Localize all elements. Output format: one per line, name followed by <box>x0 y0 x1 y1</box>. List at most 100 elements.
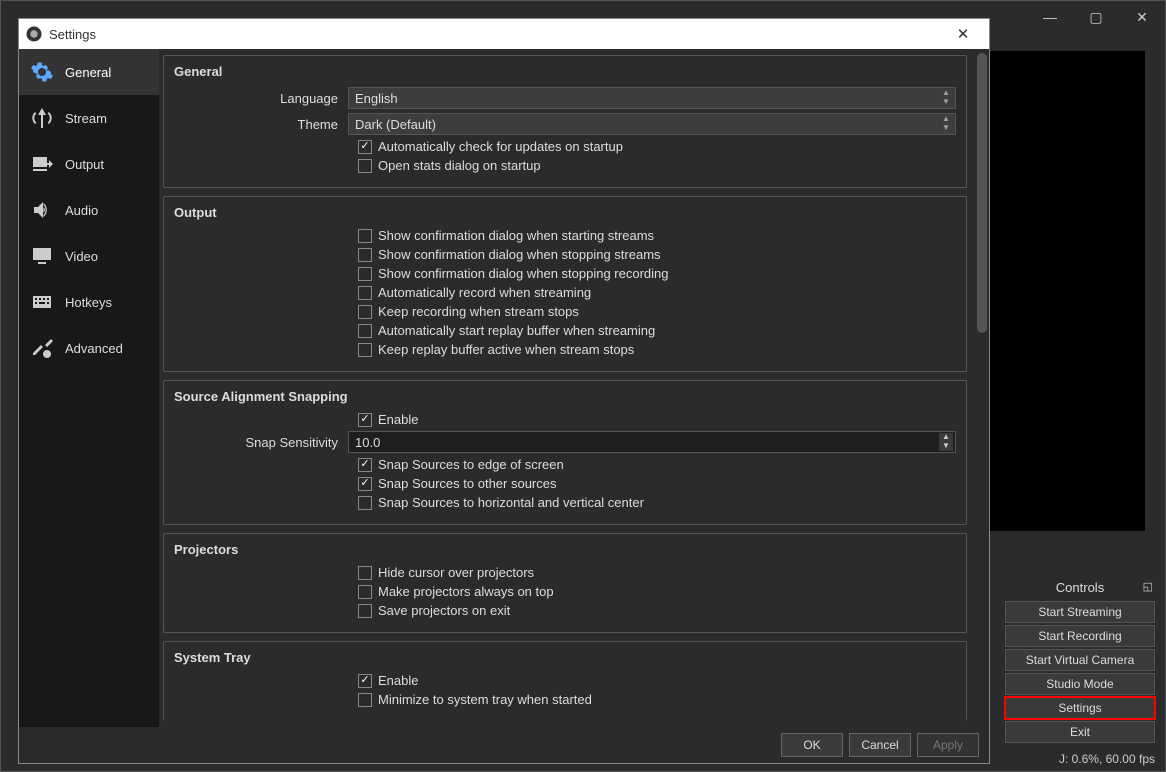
sidebar-item-label: General <box>65 65 111 80</box>
tools-icon <box>29 335 55 361</box>
start-virtual-camera-button[interactable]: Start Virtual Camera <box>1005 649 1155 671</box>
checkbox-label: Show confirmation dialog when stopping s… <box>378 247 661 262</box>
antenna-icon <box>29 105 55 131</box>
settings-sidebar: General Stream Output Audio Video Hotkey… <box>19 49 159 727</box>
studio-mode-button[interactable]: Studio Mode <box>1005 673 1155 695</box>
tray-enable-checkbox[interactable] <box>358 674 372 688</box>
hide-cursor-checkbox[interactable] <box>358 566 372 580</box>
sidebar-item-label: Advanced <box>65 341 123 356</box>
sidebar-item-general[interactable]: General <box>19 49 159 95</box>
settings-content: General Language English ▲▼ Theme <box>159 49 975 727</box>
snap-center-checkbox[interactable] <box>358 496 372 510</box>
sidebar-item-video[interactable]: Video <box>19 233 159 279</box>
snap-sensitivity-label: Snap Sensitivity <box>174 435 348 450</box>
sidebar-item-label: Output <box>65 157 104 172</box>
snap-sensitivity-value: 10.0 <box>355 435 380 450</box>
sidebar-item-label: Hotkeys <box>65 295 112 310</box>
tray-minimize-checkbox[interactable] <box>358 693 372 707</box>
sidebar-item-output[interactable]: Output <box>19 141 159 187</box>
obs-icon <box>25 25 43 43</box>
controls-title: Controls ◱ <box>1005 576 1155 599</box>
keyboard-icon <box>29 289 55 315</box>
dialog-titlebar[interactable]: Settings ✕ <box>19 19 989 49</box>
checkbox-label: Hide cursor over projectors <box>378 565 534 580</box>
controls-panel: Controls ◱ Start Streaming Start Recordi… <box>1005 576 1155 743</box>
always-top-checkbox[interactable] <box>358 585 372 599</box>
open-stats-checkbox[interactable] <box>358 159 372 173</box>
language-select[interactable]: English ▲▼ <box>348 87 956 109</box>
confirm-start-stream-checkbox[interactable] <box>358 229 372 243</box>
group-title: General <box>174 64 956 79</box>
snap-sensitivity-input[interactable]: 10.0 ▲▼ <box>348 431 956 453</box>
checkbox-label: Minimize to system tray when started <box>378 692 592 707</box>
checkbox-label: Keep recording when stream stops <box>378 304 579 319</box>
group-general: General Language English ▲▼ Theme <box>163 55 967 188</box>
scrollbar[interactable] <box>975 49 989 727</box>
cancel-button[interactable]: Cancel <box>849 733 911 757</box>
snap-sources-checkbox[interactable] <box>358 477 372 491</box>
language-value: English <box>355 91 398 106</box>
keep-replay-checkbox[interactable] <box>358 343 372 357</box>
group-title: Projectors <box>174 542 956 557</box>
settings-button[interactable]: Settings <box>1005 697 1155 719</box>
sidebar-item-advanced[interactable]: Advanced <box>19 325 159 371</box>
theme-select[interactable]: Dark (Default) ▲▼ <box>348 113 956 135</box>
auto-update-label: Automatically check for updates on start… <box>378 139 623 154</box>
close-button[interactable]: ✕ <box>1119 1 1165 33</box>
start-streaming-button[interactable]: Start Streaming <box>1005 601 1155 623</box>
sidebar-item-label: Video <box>65 249 98 264</box>
confirm-stop-record-checkbox[interactable] <box>358 267 372 281</box>
group-title: Output <box>174 205 956 220</box>
status-text: J: 0.6%, 60.00 fps <box>1059 752 1155 766</box>
confirm-stop-stream-checkbox[interactable] <box>358 248 372 262</box>
checkbox-label: Snap Sources to horizontal and vertical … <box>378 495 644 510</box>
checkbox-label: Enable <box>378 673 418 688</box>
settings-dialog: Settings ✕ General Stream Output Audio <box>18 18 990 764</box>
gear-icon <box>29 59 55 85</box>
checkbox-label: Show confirmation dialog when stopping r… <box>378 266 669 281</box>
theme-value: Dark (Default) <box>355 117 436 132</box>
controls-title-label: Controls <box>1056 580 1104 595</box>
sidebar-item-hotkeys[interactable]: Hotkeys <box>19 279 159 325</box>
sidebar-item-audio[interactable]: Audio <box>19 187 159 233</box>
keep-recording-checkbox[interactable] <box>358 305 372 319</box>
updown-icon: ▲▼ <box>939 89 953 107</box>
auto-record-checkbox[interactable] <box>358 286 372 300</box>
apply-button: Apply <box>917 733 979 757</box>
language-label: Language <box>174 91 348 106</box>
auto-replay-checkbox[interactable] <box>358 324 372 338</box>
minimize-button[interactable]: — <box>1027 1 1073 33</box>
auto-update-checkbox[interactable] <box>358 140 372 154</box>
scrollbar-thumb[interactable] <box>977 53 987 333</box>
checkbox-label: Enable <box>378 412 418 427</box>
theme-label: Theme <box>174 117 348 132</box>
exit-button[interactable]: Exit <box>1005 721 1155 743</box>
group-projectors: Projectors Hide cursor over projectors M… <box>163 533 967 633</box>
updown-icon: ▲▼ <box>939 115 953 133</box>
checkbox-label: Show confirmation dialog when starting s… <box>378 228 654 243</box>
checkbox-label: Make projectors always on top <box>378 584 554 599</box>
maximize-button[interactable]: ▢ <box>1073 1 1119 33</box>
snap-edge-checkbox[interactable] <box>358 458 372 472</box>
popout-icon[interactable]: ◱ <box>1143 580 1153 593</box>
dialog-title: Settings <box>49 27 96 42</box>
open-stats-label: Open stats dialog on startup <box>378 158 541 173</box>
group-output: Output Show confirmation dialog when sta… <box>163 196 967 372</box>
group-snapping: Source Alignment Snapping Enable Snap Se… <box>163 380 967 525</box>
start-recording-button[interactable]: Start Recording <box>1005 625 1155 647</box>
snapping-enable-checkbox[interactable] <box>358 413 372 427</box>
sidebar-item-stream[interactable]: Stream <box>19 95 159 141</box>
ok-button[interactable]: OK <box>781 733 843 757</box>
checkbox-label: Snap Sources to other sources <box>378 476 557 491</box>
checkbox-label: Snap Sources to edge of screen <box>378 457 564 472</box>
sidebar-item-label: Audio <box>65 203 98 218</box>
sidebar-item-label: Stream <box>65 111 107 126</box>
dialog-button-bar: OK Cancel Apply <box>19 727 989 763</box>
output-icon <box>29 151 55 177</box>
save-exit-checkbox[interactable] <box>358 604 372 618</box>
group-title: Source Alignment Snapping <box>174 389 956 404</box>
group-title: System Tray <box>174 650 956 665</box>
dialog-close-button[interactable]: ✕ <box>943 20 983 48</box>
checkbox-label: Save projectors on exit <box>378 603 510 618</box>
spinner-icon[interactable]: ▲▼ <box>939 433 953 451</box>
